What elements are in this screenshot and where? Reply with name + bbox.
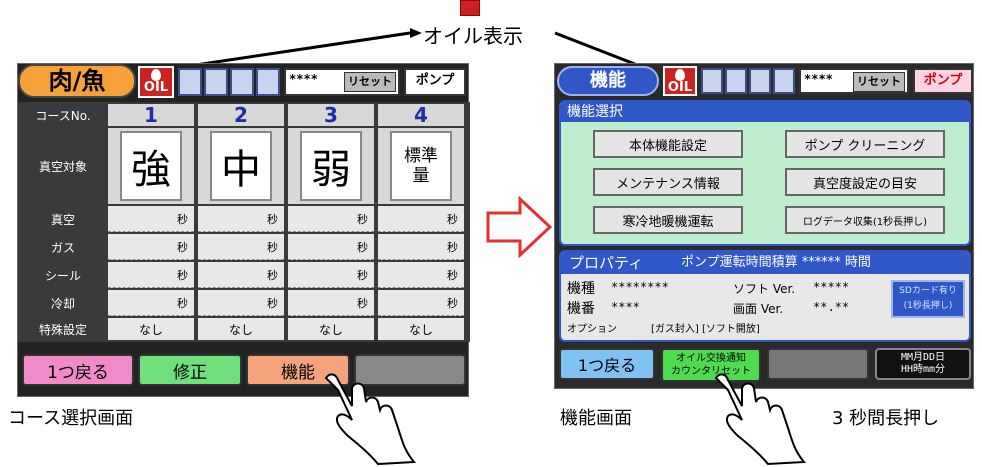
oil-indicator-icon: OIL: [138, 66, 174, 98]
target-label: 真空対象: [22, 128, 104, 204]
vacuum-guide-button[interactable]: 真空度設定の目安: [785, 168, 945, 196]
soft-ver-label: ソフト Ver.: [733, 282, 796, 296]
param-value-2-2[interactable]: 秒: [288, 262, 374, 288]
special-value-4[interactable]: なし: [378, 318, 464, 340]
param-label-1: ガス: [22, 234, 104, 260]
datetime-display: MM月DD日 HH時mm分: [875, 348, 971, 380]
param-value-1-2[interactable]: 秒: [288, 234, 374, 260]
param-value-1-1[interactable]: 秒: [198, 234, 284, 260]
param-value-0-2[interactable]: 秒: [288, 206, 374, 232]
header-slot-1: [701, 68, 723, 94]
pump-cleaning-button[interactable]: ポンプ クリーニング: [785, 130, 945, 158]
target-medium[interactable]: 中: [210, 131, 272, 201]
param-value-2-3[interactable]: 秒: [378, 262, 464, 288]
maintenance-info-button[interactable]: メンテナンス情報: [593, 168, 743, 196]
function-title: 機能: [557, 66, 659, 96]
param-value-3-1[interactable]: 秒: [198, 290, 284, 316]
header-slot-2: [725, 68, 747, 94]
param-value-3-3[interactable]: 秒: [378, 290, 464, 316]
counter-value: ****: [289, 72, 318, 86]
serial-label: 機番: [567, 301, 595, 317]
screen-ver-label: 画面 Ver.: [733, 302, 784, 316]
cold-warmup-button[interactable]: 寒冷地暖機運転: [593, 206, 743, 234]
course-no-label: コースNo.: [22, 104, 104, 126]
reset-button[interactable]: リセット: [853, 72, 905, 92]
param-value-0-1[interactable]: 秒: [198, 206, 284, 232]
header-slot-1: [178, 68, 202, 96]
property-header: プロパティ: [569, 254, 644, 272]
special-value-3[interactable]: なし: [288, 318, 374, 340]
function-screen: 機能 OIL **** リセット ポンプ 機能選択 本体機能設定 ポンプ クリー…: [554, 63, 974, 389]
param-value-3-0[interactable]: 秒: [108, 290, 194, 316]
model-label: 機種: [567, 281, 595, 297]
function-select-header: 機能選択: [561, 102, 969, 122]
mode-title: 肉/魚: [18, 64, 136, 98]
back-button[interactable]: 1つ戻る: [559, 348, 655, 380]
pump-runtime: ポンプ運転時間積算 ****** 時間: [681, 255, 871, 270]
counter-value: ****: [804, 72, 833, 86]
counter-box: **** リセット: [284, 68, 400, 96]
header-slot-3: [230, 68, 254, 96]
course-col-1[interactable]: 1: [108, 103, 194, 127]
course-col-3[interactable]: 3: [288, 103, 374, 127]
option-label: オプション: [567, 324, 617, 335]
unit-settings-button[interactable]: 本体機能設定: [593, 130, 743, 158]
header-slot-4: [773, 68, 795, 94]
special-value-1[interactable]: なし: [108, 318, 194, 340]
screen-ver-value: **.**: [813, 300, 850, 314]
header-slot-4: [256, 68, 280, 96]
param-value-2-0[interactable]: 秒: [108, 262, 194, 288]
option-value: [ガス封入] [ソフト開放]: [651, 324, 760, 335]
function-screen-caption: 機能画面: [560, 408, 632, 429]
oil-indicator-icon: OIL: [663, 66, 697, 96]
param-value-0-3[interactable]: 秒: [378, 206, 464, 232]
reset-button[interactable]: リセット: [344, 72, 396, 92]
special-label: 特殊設定: [22, 318, 104, 340]
log-collect-button[interactable]: ログデータ収集(1秒長押し): [785, 206, 945, 234]
sd-card-button[interactable]: SDカード有り (1秒長押し): [891, 280, 965, 318]
arrow-right-icon: [486, 195, 553, 259]
course-col-4[interactable]: 4: [378, 103, 464, 127]
pointing-hand-icon: [714, 373, 807, 466]
function-select-panel: 機能選択 本体機能設定 ポンプ クリーニング メンテナンス情報 真空度設定の目安…: [559, 100, 971, 246]
course-col-2[interactable]: 2: [198, 103, 284, 127]
param-value-1-0[interactable]: 秒: [108, 234, 194, 260]
pointing-hand-icon: [324, 373, 417, 466]
model-value: ********: [611, 280, 669, 294]
property-panel: プロパティ ポンプ運転時間積算 ****** 時間 機種 ******** ソフ…: [559, 250, 971, 342]
special-value-2[interactable]: なし: [198, 318, 284, 340]
param-label-3: 冷却: [22, 290, 104, 316]
counter-box: **** リセット: [799, 68, 909, 94]
param-value-2-1[interactable]: 秒: [198, 262, 284, 288]
serial-value: ****: [611, 300, 640, 314]
param-value-3-2[interactable]: 秒: [288, 290, 374, 316]
course-screen-caption: コース選択画面: [8, 408, 134, 429]
header-slot-2: [204, 68, 228, 96]
target-standard[interactable]: 標準 量: [390, 131, 452, 201]
long-press-caption: 3 秒間長押し: [832, 408, 940, 429]
param-value-0-0[interactable]: 秒: [108, 206, 194, 232]
target-weak[interactable]: 弱: [300, 131, 362, 201]
param-label-2: シール: [22, 262, 104, 288]
pump-button[interactable]: ポンプ: [913, 68, 973, 94]
pump-button[interactable]: ポンプ: [404, 68, 466, 96]
course-select-screen: 肉/魚 OIL **** リセット ポンプ コースNo. 1 2 3 4 真空対…: [17, 63, 470, 397]
back-button[interactable]: 1つ戻る: [22, 354, 134, 386]
param-label-0: 真空: [22, 206, 104, 232]
target-strong[interactable]: 強: [120, 131, 182, 201]
property-header-bar: プロパティ ポンプ運転時間積算 ****** 時間: [561, 252, 969, 274]
edit-button[interactable]: 修正: [138, 354, 242, 386]
param-value-1-3[interactable]: 秒: [378, 234, 464, 260]
soft-ver-value: *****: [813, 280, 850, 294]
header-slot-3: [749, 68, 771, 94]
